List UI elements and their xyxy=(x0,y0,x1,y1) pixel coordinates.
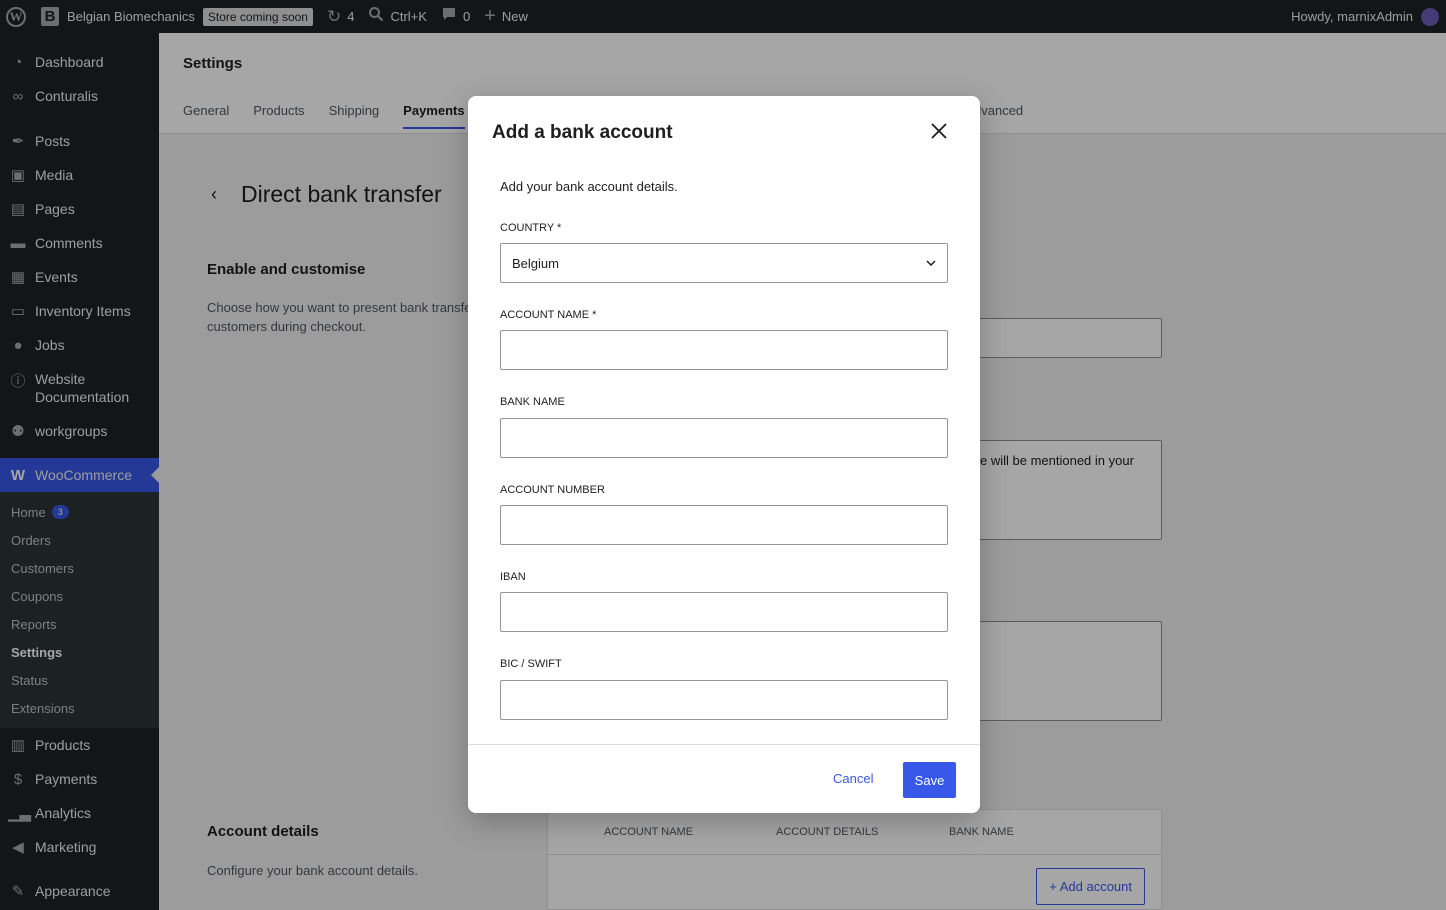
save-button[interactable]: Save xyxy=(903,762,956,798)
account-number-label: ACCOUNT NUMBER xyxy=(500,484,605,496)
country-label: COUNTRY * xyxy=(500,222,562,234)
account-name-label: ACCOUNT NAME * xyxy=(500,309,597,321)
cancel-button[interactable]: Cancel xyxy=(833,771,873,786)
chevron-down-icon xyxy=(926,257,936,269)
add-bank-account-modal: Add a bank account Add your bank account… xyxy=(468,96,980,813)
account-name-field[interactable] xyxy=(500,330,948,370)
close-icon xyxy=(931,123,947,139)
country-value: Belgium xyxy=(512,255,559,271)
bank-name-label: BANK NAME xyxy=(500,396,565,408)
modal-description: Add your bank account details. xyxy=(500,179,678,194)
close-button[interactable] xyxy=(924,116,954,146)
country-select[interactable]: Belgium xyxy=(500,243,948,283)
bank-name-field[interactable] xyxy=(500,418,948,458)
bic-swift-label: BIC / SWIFT xyxy=(500,658,562,670)
account-number-field[interactable] xyxy=(500,505,948,545)
modal-title: Add a bank account xyxy=(492,122,673,143)
iban-field[interactable] xyxy=(500,592,948,632)
iban-label: IBAN xyxy=(500,571,526,583)
bic-swift-field[interactable] xyxy=(500,680,948,720)
modal-footer: Cancel Save xyxy=(468,744,980,813)
